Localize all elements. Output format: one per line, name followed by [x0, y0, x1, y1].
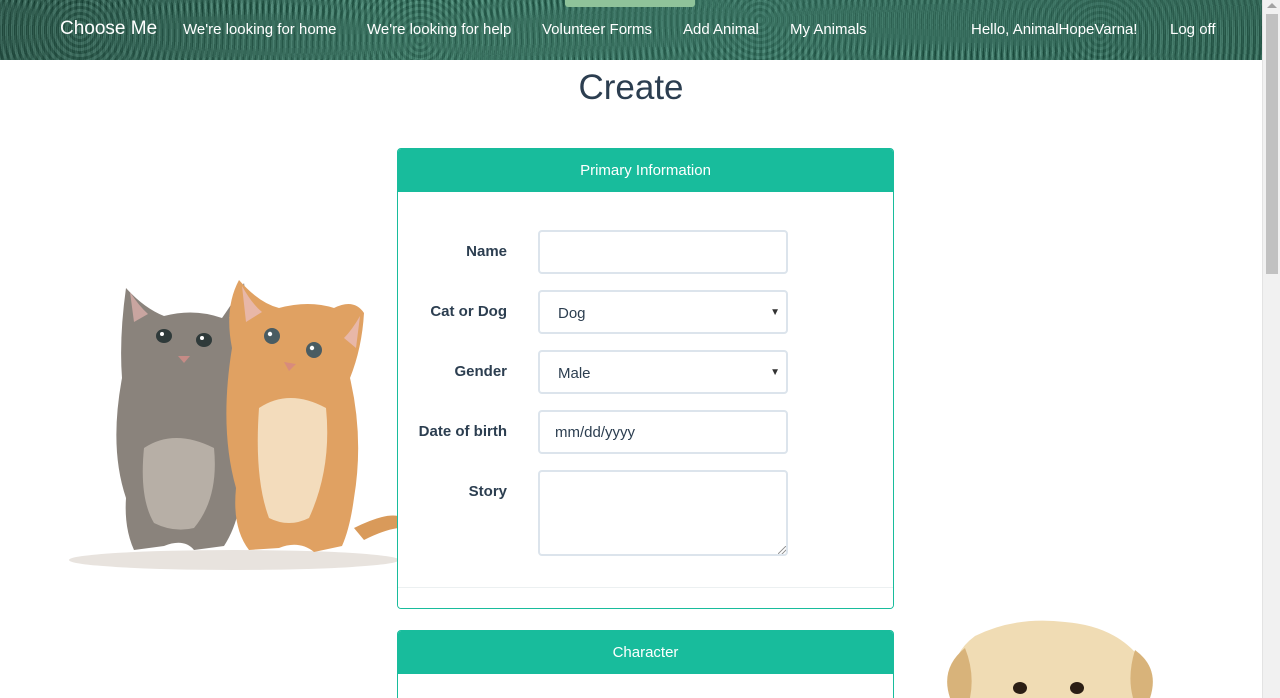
name-label: Name	[466, 243, 507, 260]
primary-information-heading: Primary Information	[398, 149, 893, 192]
primary-information-panel: Primary Information Name Cat or Dog Dog …	[397, 148, 894, 609]
caret-down-icon: ▼	[770, 307, 780, 318]
nav-link-my-animals[interactable]: My Animals	[790, 21, 867, 38]
puppy-image	[947, 620, 1153, 698]
nav-active-indicator	[565, 0, 695, 7]
character-panel: Character	[397, 630, 894, 698]
gender-select[interactable]: Male ▼	[538, 350, 788, 394]
species-label: Cat or Dog	[430, 303, 507, 320]
top-navbar: Choose Me We're looking for home We're l…	[0, 0, 1262, 60]
caret-down-icon: ▼	[770, 367, 780, 378]
resize-grip-icon[interactable]	[778, 546, 786, 554]
character-heading: Character	[398, 631, 893, 674]
page-scrollbar[interactable]	[1262, 0, 1280, 698]
gender-select-value: Male	[558, 365, 591, 382]
nav-link-looking-for-home[interactable]: We're looking for home	[183, 21, 337, 38]
nav-link-volunteer-forms[interactable]: Volunteer Forms	[542, 21, 652, 38]
name-input[interactable]	[538, 230, 788, 274]
nav-link-looking-for-help[interactable]: We're looking for help	[367, 21, 511, 38]
primary-panel-footer	[398, 587, 893, 608]
dob-input[interactable]: mm/dd/yyyy	[538, 410, 788, 454]
kittens-image	[69, 280, 398, 570]
nav-link-add-animal[interactable]: Add Animal	[683, 21, 759, 38]
user-greeting-link[interactable]: Hello, AnimalHopeVarna!	[971, 21, 1137, 38]
brand-link[interactable]: Choose Me	[60, 18, 157, 40]
scrollbar-thumb[interactable]	[1266, 14, 1278, 274]
dob-placeholder: mm/dd/yyyy	[555, 424, 636, 441]
species-select[interactable]: Dog ▼	[538, 290, 788, 334]
species-select-value: Dog	[558, 305, 586, 322]
story-label: Story	[468, 483, 507, 500]
page-title: Create	[578, 68, 684, 107]
logoff-link[interactable]: Log off	[1170, 21, 1216, 38]
story-textarea[interactable]	[538, 470, 788, 556]
gender-label: Gender	[454, 363, 507, 380]
scroll-up-icon[interactable]	[1267, 3, 1277, 8]
dob-label: Date of birth	[418, 423, 507, 440]
